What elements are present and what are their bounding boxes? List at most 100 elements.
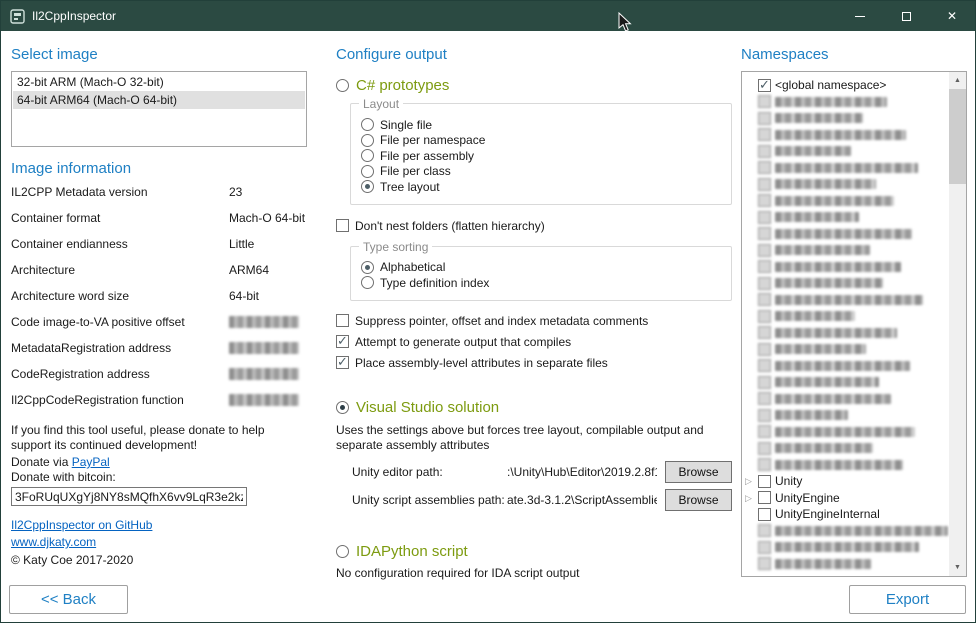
namespace-item-redacted[interactable] [744,391,948,408]
namespace-checkbox[interactable] [758,310,771,323]
output-compiles-checkbox[interactable] [336,335,349,348]
tree-layout-radio[interactable] [361,180,374,193]
back-button[interactable]: << Back [9,585,128,614]
namespace-item-redacted[interactable] [744,242,948,259]
namespace-checkbox[interactable] [758,128,771,141]
export-button[interactable]: Export [849,585,966,614]
image-list-item[interactable]: 64-bit ARM64 (Mach-O 64-bit) [13,91,305,109]
suppress-comments-checkbox[interactable] [336,314,349,327]
file-per-assembly-radio[interactable] [361,149,374,162]
namespace-item-redacted[interactable] [744,94,948,111]
namespace-item-redacted[interactable] [744,424,948,441]
close-button[interactable]: ✕ [929,1,975,31]
flatten-hierarchy-checkbox[interactable] [336,219,349,232]
namespace-checkbox[interactable] [758,211,771,224]
namespace-item[interactable]: ▷Unity [744,473,948,490]
scroll-up-icon[interactable]: ▲ [949,72,966,89]
namespace-checkbox[interactable] [758,227,771,240]
namespace-item-redacted[interactable] [744,160,948,177]
sort-option-type-definition-index[interactable]: Type definition index [361,275,721,291]
separate-attributes-checkbox[interactable] [336,356,349,369]
namespace-item-redacted[interactable] [744,440,948,457]
namespace-checkbox[interactable] [758,409,771,422]
namespace-checkbox[interactable] [758,161,771,174]
namespace-item-redacted[interactable] [744,539,948,556]
namespace-checkbox[interactable] [758,244,771,257]
maximize-button[interactable] [883,1,929,31]
bitcoin-address-input[interactable] [11,487,247,506]
namespace-item-redacted[interactable] [744,341,948,358]
namespace-checkbox[interactable] [758,343,771,356]
separate-attributes-option[interactable]: Place assembly-level attributes in separ… [336,355,734,371]
alphabetical-radio[interactable] [361,261,374,274]
namespace-checkbox[interactable] [758,392,771,405]
namespace-checkbox[interactable] [758,425,771,438]
layout-option-file-per-class[interactable]: File per class [361,164,721,180]
namespace-item-redacted[interactable] [744,358,948,375]
layout-option-file-per-assembly[interactable]: File per assembly [361,148,721,164]
namespace-item-redacted[interactable] [744,407,948,424]
browse-script-assemblies-button[interactable]: Browse [665,489,732,511]
paypal-link[interactable]: PayPal [72,455,110,469]
namespace-item-redacted[interactable] [744,127,948,144]
namespace-checkbox[interactable] [758,145,771,158]
idapython-script-radio[interactable] [336,545,349,558]
scrollbar[interactable]: ▲ ▼ [949,72,966,576]
namespaces-treeview[interactable]: <global namespace> ▷Unity▷UnityEngineUnit… [741,71,967,577]
idapython-script-option[interactable]: IDAPython script [336,543,734,561]
namespace-item[interactable]: ▷UnityEngine [744,490,948,507]
namespace-checkbox[interactable] [758,260,771,273]
file-per-class-radio[interactable] [361,165,374,178]
namespace-checkbox[interactable] [758,508,771,521]
browse-editor-path-button[interactable]: Browse [665,461,732,483]
namespace-checkbox[interactable] [758,79,771,92]
namespace-item-redacted[interactable] [744,209,948,226]
namespace-item[interactable]: <global namespace> [744,77,948,94]
namespace-checkbox[interactable] [758,178,771,191]
namespace-item-redacted[interactable] [744,110,948,127]
expander-icon[interactable]: ▷ [745,492,752,504]
visual-studio-solution-option[interactable]: Visual Studio solution [336,399,734,417]
namespace-item-redacted[interactable] [744,275,948,292]
namespace-item-redacted[interactable] [744,176,948,193]
titlebar[interactable]: Il2CppInspector ✕ [1,1,975,31]
namespace-checkbox[interactable] [758,95,771,108]
scrollbar-thumb[interactable] [949,89,966,184]
output-compiles-option[interactable]: Attempt to generate output that compiles [336,334,734,350]
namespace-checkbox[interactable] [758,475,771,488]
namespace-item-redacted[interactable] [744,193,948,210]
namespace-checkbox[interactable] [758,376,771,389]
file-per-namespace-radio[interactable] [361,134,374,147]
namespace-checkbox[interactable] [758,112,771,125]
minimize-button[interactable] [837,1,883,31]
namespace-checkbox[interactable] [758,293,771,306]
namespace-item-redacted[interactable] [744,259,948,276]
github-link[interactable]: Il2CppInspector on GitHub [11,518,152,533]
namespace-checkbox[interactable] [758,491,771,504]
namespace-checkbox[interactable] [758,277,771,290]
namespace-item-redacted[interactable] [744,325,948,342]
namespace-item-redacted[interactable] [744,292,948,309]
namespace-item[interactable]: UnityEngineInternal [744,506,948,523]
namespace-item-redacted[interactable] [744,523,948,540]
namespace-checkbox[interactable] [758,541,771,554]
csharp-prototypes-radio[interactable] [336,79,349,92]
namespace-item-redacted[interactable] [744,457,948,474]
namespace-item-redacted[interactable] [744,556,948,573]
website-link[interactable]: www.djkaty.com [11,535,96,550]
namespace-item-redacted[interactable] [744,226,948,243]
image-list-item[interactable]: 32-bit ARM (Mach-O 32-bit) [13,73,305,91]
namespace-checkbox[interactable] [758,194,771,207]
sort-option-alphabetical[interactable]: Alphabetical [361,260,721,276]
type-definition-index-radio[interactable] [361,276,374,289]
visual-studio-solution-radio[interactable] [336,401,349,414]
namespace-item-redacted[interactable] [744,143,948,160]
namespace-checkbox[interactable] [758,458,771,471]
expander-icon[interactable]: ▷ [745,475,752,487]
image-listbox[interactable]: 32-bit ARM (Mach-O 32-bit)64-bit ARM64 (… [11,71,307,147]
namespace-checkbox[interactable] [758,359,771,372]
single-file-radio[interactable] [361,118,374,131]
namespace-item-redacted[interactable] [744,374,948,391]
scroll-down-icon[interactable]: ▼ [949,559,966,576]
layout-option-single-file[interactable]: Single file [361,117,721,133]
